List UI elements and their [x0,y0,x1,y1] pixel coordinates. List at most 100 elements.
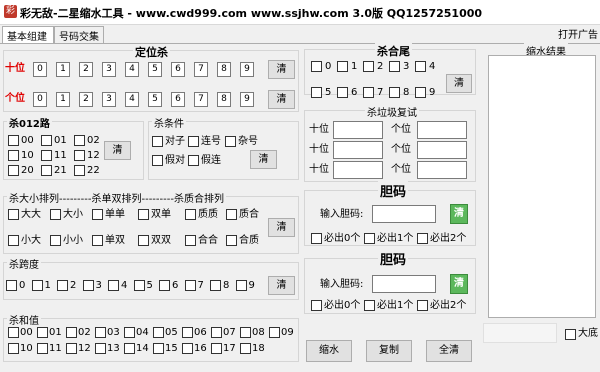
arrangement-clear-button[interactable]: 清 [268,218,295,237]
span-checkbox[interactable] [210,280,221,291]
units-digit-2[interactable]: 2 [79,92,93,107]
tens-digit-3[interactable]: 3 [102,62,116,77]
road012-checkbox[interactable] [74,135,85,146]
arrangement-checkbox[interactable] [92,209,103,220]
units-digit-6[interactable]: 6 [171,92,185,107]
sum-checkbox[interactable] [182,343,193,354]
garbage-tens-input[interactable] [333,121,383,139]
tens-digit-1[interactable]: 1 [56,62,70,77]
sum-checkbox[interactable] [153,343,164,354]
sum-checkbox[interactable] [95,343,106,354]
span-checkbox[interactable] [57,280,68,291]
units-digit-9[interactable]: 9 [240,92,254,107]
tens-digit-2[interactable]: 2 [79,62,93,77]
tens-clear-button[interactable]: 清 [268,60,295,79]
arrangement-checkbox[interactable] [226,209,237,220]
courage-input-1[interactable] [372,205,436,223]
tail-checkbox[interactable] [311,87,322,98]
arrangement-checkbox[interactable] [138,209,149,220]
arrangement-checkbox[interactable] [92,235,103,246]
kill-condition-clear-button[interactable]: 清 [250,150,277,169]
span-checkbox[interactable] [82,280,94,291]
tail-checkbox[interactable] [363,61,374,72]
tab-basic[interactable]: 基本组建 [2,26,54,44]
tail-checkbox[interactable] [415,87,426,98]
courage2-option-checkbox[interactable] [417,300,428,311]
big-font-checkbox[interactable] [565,329,576,340]
result-textarea[interactable] [488,55,596,318]
units-digit-8[interactable]: 8 [217,92,231,107]
kill-condition-checkbox[interactable] [152,155,163,166]
sum-checkbox[interactable] [124,327,135,338]
garbage-units-input[interactable] [417,121,467,139]
sum-checkbox[interactable] [66,343,77,354]
units-digit-0[interactable]: 0 [33,92,47,107]
tens-digit-0[interactable]: 0 [33,62,47,77]
garbage-units-input[interactable] [417,141,467,159]
sum-checkbox[interactable] [66,327,77,338]
units-digit-5[interactable]: 5 [148,92,162,107]
road012-checkbox[interactable] [41,150,52,161]
copy-button[interactable]: 复制 [366,340,412,362]
sum-checkbox[interactable] [37,343,48,354]
arrangement-checkbox[interactable] [8,235,19,246]
sum-checkbox[interactable] [8,343,19,354]
sum-checkbox[interactable] [211,327,222,338]
arrangement-checkbox[interactable] [50,235,61,246]
sum-checkbox[interactable] [95,327,106,338]
units-digit-4[interactable]: 4 [125,92,139,107]
tail-checkbox[interactable] [389,61,400,72]
arrangement-checkbox[interactable] [50,209,61,220]
tab-intersection[interactable]: 号码交集 [54,26,104,43]
span-checkbox[interactable] [235,280,247,291]
span-checkbox[interactable] [108,280,119,291]
road012-checkbox[interactable] [74,150,85,161]
arrangement-checkbox[interactable] [226,235,237,246]
tail-checkbox[interactable] [311,61,322,72]
courage1-option-checkbox[interactable] [417,233,428,244]
shrink-button[interactable]: 缩水 [306,340,352,362]
road012-checkbox[interactable] [41,165,52,176]
courage1-option-checkbox[interactable] [364,233,375,244]
kill-condition-checkbox[interactable] [225,136,236,147]
road012-checkbox[interactable] [41,135,52,146]
courage-clear-button-2[interactable]: 清 [450,274,468,294]
road012-clear-button[interactable]: 清 [104,141,131,160]
garbage-units-input[interactable] [417,161,467,179]
kill-condition-checkbox[interactable] [188,136,199,147]
tens-digit-6[interactable]: 6 [171,62,185,77]
arrangement-checkbox[interactable] [185,209,196,220]
units-digit-3[interactable]: 3 [102,92,116,107]
tens-digit-9[interactable]: 9 [240,62,254,77]
tail-checkbox[interactable] [389,87,400,98]
clear-all-button[interactable]: 全清 [426,340,472,362]
kill-condition-checkbox[interactable] [152,136,163,147]
garbage-tens-input[interactable] [333,141,383,159]
tail-checkbox[interactable] [415,61,426,72]
courage-input-2[interactable] [372,275,436,293]
span-checkbox[interactable] [133,280,145,291]
sum-checkbox[interactable] [182,327,193,338]
garbage-tens-input[interactable] [333,161,383,179]
span-clear-button[interactable]: 清 [268,276,295,295]
units-clear-button[interactable]: 清 [268,90,295,109]
tail-checkbox[interactable] [337,87,348,98]
road012-checkbox[interactable] [8,150,19,161]
span-checkbox[interactable] [31,280,43,291]
tens-digit-8[interactable]: 8 [217,62,231,77]
tens-digit-5[interactable]: 5 [148,62,162,77]
courage2-option-checkbox[interactable] [364,300,375,311]
tail-checkbox[interactable] [337,61,348,72]
tail-clear-button[interactable]: 清 [446,74,472,93]
sum-checkbox[interactable] [37,327,48,338]
span-checkbox[interactable] [6,280,17,291]
courage2-option-checkbox[interactable] [311,300,322,311]
sum-checkbox[interactable] [240,327,251,338]
sum-checkbox[interactable] [153,327,164,338]
open-ad-link[interactable]: 打开广告 [558,30,598,42]
sum-checkbox[interactable] [124,343,135,354]
arrangement-checkbox[interactable] [185,235,196,246]
units-digit-7[interactable]: 7 [194,92,208,107]
arrangement-checkbox[interactable] [8,209,19,220]
tens-digit-7[interactable]: 7 [194,62,208,77]
